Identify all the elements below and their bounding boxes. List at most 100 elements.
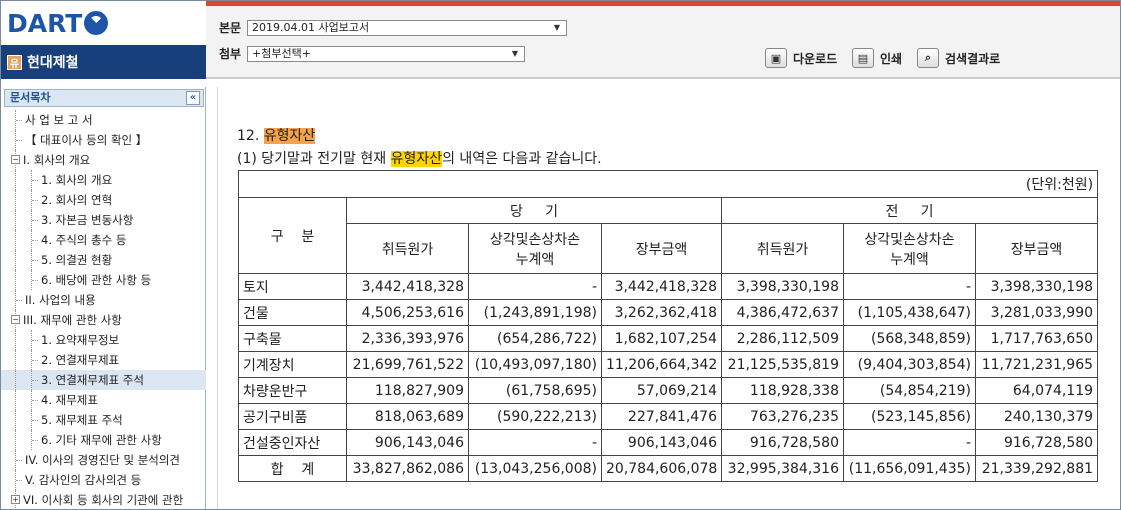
toc-item[interactable]: 【 대표이사 등의 확인 】	[1, 130, 206, 150]
value-cell: 3,398,330,198	[974, 273, 1099, 300]
table-row: 기계장치 21,699,761,522 (10,493,097,180) 11,206…	[238, 351, 1099, 378]
column-header: 취득원가	[346, 223, 469, 274]
value-cell: 3,281,033,990	[974, 299, 1099, 326]
toc-item[interactable]: 4. 주식의 총수 등	[1, 230, 206, 250]
tree-line	[15, 350, 16, 370]
toc-item[interactable]: 3. 자본금 변동사항	[1, 210, 206, 230]
toc-item[interactable]: 5. 재무제표 주석	[1, 410, 206, 430]
toc-item[interactable]: 5. 의결권 현황	[1, 250, 206, 270]
column-header: 취득원가	[721, 223, 844, 274]
magnifier-icon: ⌕	[917, 48, 939, 68]
attachment-select-value: +첨부선택+	[252, 47, 311, 60]
tree-line	[16, 460, 22, 461]
toc-item[interactable]: 1. 요약재무정보	[1, 330, 206, 350]
printer-icon: ▤	[852, 48, 874, 68]
row-label: 공기구비품	[238, 403, 347, 430]
listed-company-badge: 유	[7, 54, 22, 70]
toc-item-label: 6. 기타 재무에 관한 사항	[41, 433, 162, 447]
tree-line	[32, 200, 38, 201]
attachment-select[interactable]: +첨부선택+ ▼	[247, 46, 525, 62]
column-header: 장부금액	[974, 223, 1099, 274]
value-cell: 11,721,231,965	[974, 351, 1099, 378]
dart-logo[interactable]: DART	[7, 7, 109, 39]
toc-tree: 사 업 보 고 서 【 대표이사 등의 확인 】 − I. 회사의 개요 1. 회사의 …	[1, 110, 206, 509]
attachment-label: 첨부	[219, 47, 242, 61]
header-row-2: 취득원가 상각및손상차손 누계액 장부금액 취득원가 상각및손상차손 누계액 장부금액	[239, 223, 1099, 274]
value-cell: (11,656,091,435)	[843, 455, 976, 482]
value-cell: 3,442,418,328	[346, 273, 469, 300]
value-cell: 916,728,580	[974, 429, 1099, 456]
value-cell: 32,995,384,316	[721, 455, 844, 482]
toc-item-label: 1. 회사의 개요	[41, 173, 113, 187]
toc-item-label: 6. 배당에 관한 사항 등	[41, 273, 152, 287]
value-cell: 1,682,107,254	[601, 325, 722, 352]
column-header: 상각및손상차손 누계액	[843, 223, 976, 274]
toc-item[interactable]: 1. 회사의 개요	[1, 170, 206, 190]
value-cell: 3,442,418,328	[601, 273, 722, 300]
download-button[interactable]: ▣ 다운로드	[765, 48, 837, 68]
value-cell: 227,841,476	[601, 403, 722, 430]
tree-line	[32, 400, 38, 401]
toc-item-label: 4. 주식의 총수 등	[41, 233, 127, 247]
value-cell: 2,336,393,976	[346, 325, 469, 352]
main-doc-select-value: 2019.04.01 사업보고서	[252, 21, 370, 34]
search-hit-current: 유형자산	[263, 128, 316, 144]
logo-text: DART	[7, 8, 83, 38]
value-cell: -	[468, 429, 602, 456]
value-cell: -	[843, 429, 976, 456]
value-cell: 818,063,689	[346, 403, 469, 430]
toc-item[interactable]: 6. 배당에 관한 사항 등	[1, 270, 206, 290]
value-cell: 3,262,362,418	[601, 299, 722, 326]
toc-title: 문서목차	[10, 91, 51, 104]
tree-line	[15, 210, 16, 230]
expand-icon[interactable]: +	[11, 495, 20, 504]
chevron-down-icon: ▼	[511, 49, 518, 58]
value-cell: 240,130,379	[974, 403, 1099, 430]
toc-item[interactable]: 3. 연결재무제표 주석	[1, 370, 206, 390]
value-cell: (568,348,859)	[843, 325, 976, 352]
toc-item[interactable]: 2. 회사의 연혁	[1, 190, 206, 210]
toc-item[interactable]: V. 감사인의 감사의견 등	[1, 470, 206, 490]
collapse-sidebar-button[interactable]: «	[186, 91, 200, 105]
toc-item[interactable]: 2. 연결재무제표	[1, 350, 206, 370]
toc-item[interactable]: 4. 재무제표	[1, 390, 206, 410]
tree-line	[15, 170, 16, 190]
collapse-icon[interactable]: −	[11, 155, 20, 164]
save-disk-icon: ▣	[765, 48, 787, 68]
header-toolbar: 본문 2019.04.01 사업보고서 ▼ 첨부 +첨부선택+ ▼ ▣ 다운로드…	[206, 1, 1120, 79]
column-header: 상각및손상차손 누계액	[468, 223, 602, 274]
main-doc-select[interactable]: 2019.04.01 사업보고서 ▼	[247, 20, 567, 36]
tree-line	[15, 410, 16, 430]
toc-item[interactable]: − I. 회사의 개요	[1, 150, 206, 170]
toc-item-label: 5. 재무제표 주석	[41, 413, 123, 427]
tree-line	[32, 240, 38, 241]
value-cell: 2,286,112,509	[721, 325, 844, 352]
tree-line	[32, 220, 38, 221]
total-row: 합 계 33,827,862,086 (13,043,256,008) 20,784,…	[238, 455, 1099, 482]
toc-item[interactable]: + VI. 이사회 등 회사의 기관에 관한	[1, 490, 206, 509]
toc-item[interactable]: − III. 재무에 관한 사항	[1, 310, 206, 330]
current-period-header: 당 기	[346, 197, 722, 224]
logo-wheel-icon	[84, 11, 109, 35]
value-cell: 118,928,338	[721, 377, 844, 404]
tree-line	[32, 380, 38, 381]
toc-item[interactable]: II. 사업의 내용	[1, 290, 206, 310]
toc-item[interactable]: 사 업 보 고 서	[1, 110, 206, 130]
tree-line	[15, 330, 16, 350]
tree-line	[16, 140, 22, 141]
tree-line	[32, 360, 38, 361]
value-cell: (54,854,219)	[843, 377, 976, 404]
collapse-icon[interactable]: −	[11, 315, 20, 324]
value-cell: 21,699,761,522	[346, 351, 469, 378]
chevron-down-icon: ▼	[553, 23, 560, 32]
toc-item[interactable]: IV. 이사의 경영진단 및 분석의견	[1, 450, 206, 470]
value-cell: (654,286,722)	[468, 325, 602, 352]
value-cell: (13,043,256,008)	[468, 455, 602, 482]
toc-item-label: VI. 이사회 등 회사의 기관에 관한	[23, 493, 184, 507]
print-button[interactable]: ▤ 인쇄	[852, 48, 902, 68]
value-cell: 906,143,046	[346, 429, 469, 456]
value-cell: (523,145,856)	[843, 403, 976, 430]
back-to-search-button[interactable]: ⌕ 검색결과로	[917, 48, 1000, 68]
toc-item[interactable]: 6. 기타 재무에 관한 사항	[1, 430, 206, 450]
value-cell: 33,827,862,086	[346, 455, 469, 482]
